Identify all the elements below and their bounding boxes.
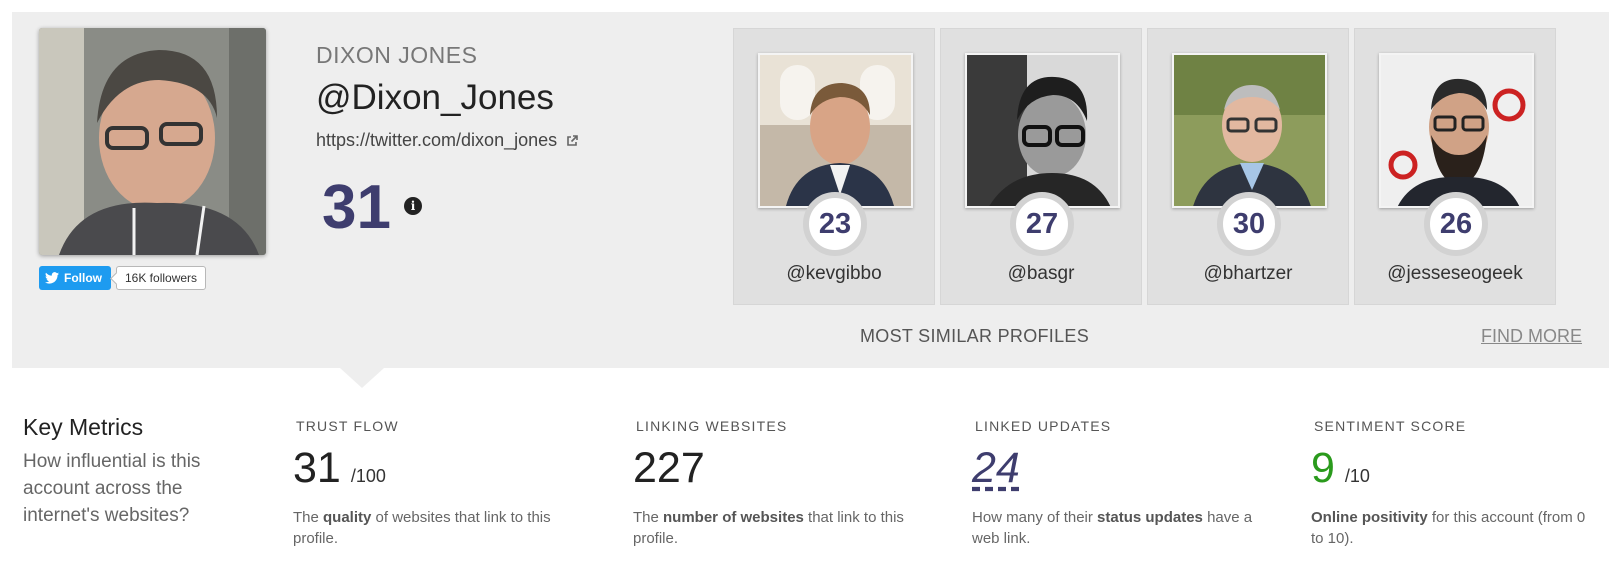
profile-handle: @Dixon_Jones [316,78,554,117]
metric-value-link[interactable]: 24 [972,444,1020,493]
metric-trust-flow: TRUST FLOW 31 /100 The quality of websit… [293,418,578,549]
similar-profile-avatar [758,53,913,208]
followers-count: 16K followers [125,271,198,285]
similar-profile-handle: @jesseseogeek [1387,263,1523,284]
similar-profile-card[interactable]: 23 @kevgibbo [733,28,935,305]
metric-description: Online positivity for this account (from… [1311,509,1586,547]
similar-profiles-title: MOST SIMILAR PROFILES [860,326,1090,346]
follow-label: Follow [64,271,102,285]
external-link-icon [567,134,578,146]
metric-value: 9 [1311,444,1335,492]
find-more-link[interactable]: FIND MORE [1481,326,1582,347]
panel-pointer [340,368,384,388]
profile-display-name: DIXON JONES [316,42,478,68]
metric-linked-updates: LINKED UPDATES 24 How many of their stat… [972,418,1257,549]
metric-sentiment-score: SENTIMENT SCORE 9 /10 Online positivity … [1311,418,1596,549]
similar-profile-score: 23 [803,192,867,256]
similar-profile-handle: @bhartzer [1203,263,1293,284]
metric-suffix: /100 [350,466,386,486]
metric-label: SENTIMENT SCORE [1314,418,1467,434]
key-metrics-title: Key Metrics [23,414,144,440]
similar-profile-score: 27 [1010,192,1074,256]
similar-profile-avatar [1379,53,1534,208]
similar-profile-avatar [965,53,1120,208]
followers-count-badge[interactable]: 16K followers [116,266,207,290]
metric-suffix: /10 [1344,466,1370,486]
profile-score: 31 [322,173,391,242]
profile-avatar[interactable] [39,28,266,255]
metric-description: The number of websites that link to this… [633,509,904,547]
similar-profile-score: 30 [1217,192,1281,256]
twitter-bird-icon [45,272,59,284]
metric-label: LINKING WEBSITES [636,418,788,434]
similar-profile-card[interactable]: 26 @jesseseogeek [1354,28,1556,305]
metric-value: 31 [293,444,341,492]
similar-profile-avatar [1172,53,1327,208]
info-icon[interactable]: i [404,197,422,215]
similar-profile-handle: @kevgibbo [786,263,882,284]
metric-label: TRUST FLOW [296,418,399,434]
profile-url-text: https://twitter.com/dixon_jones [316,130,558,150]
metric-description: The quality of websites that link to thi… [293,509,551,547]
metric-value: 227 [633,444,705,492]
metric-linking-websites: LINKING WEBSITES 227 The number of websi… [633,418,918,549]
profile-url-link[interactable]: https://twitter.com/dixon_jones [316,130,578,151]
key-metrics-subtitle: How influential is this account across t… [23,451,201,526]
follow-button[interactable]: Follow [39,266,111,290]
metric-description: How many of their status updates have a … [972,509,1253,547]
similar-profile-card[interactable]: 27 @basgr [940,28,1142,305]
similar-profile-handle: @basgr [1007,263,1075,284]
metric-label: LINKED UPDATES [975,418,1112,434]
similar-profile-card[interactable]: 30 @bhartzer [1147,28,1349,305]
similar-profile-score: 26 [1424,192,1488,256]
